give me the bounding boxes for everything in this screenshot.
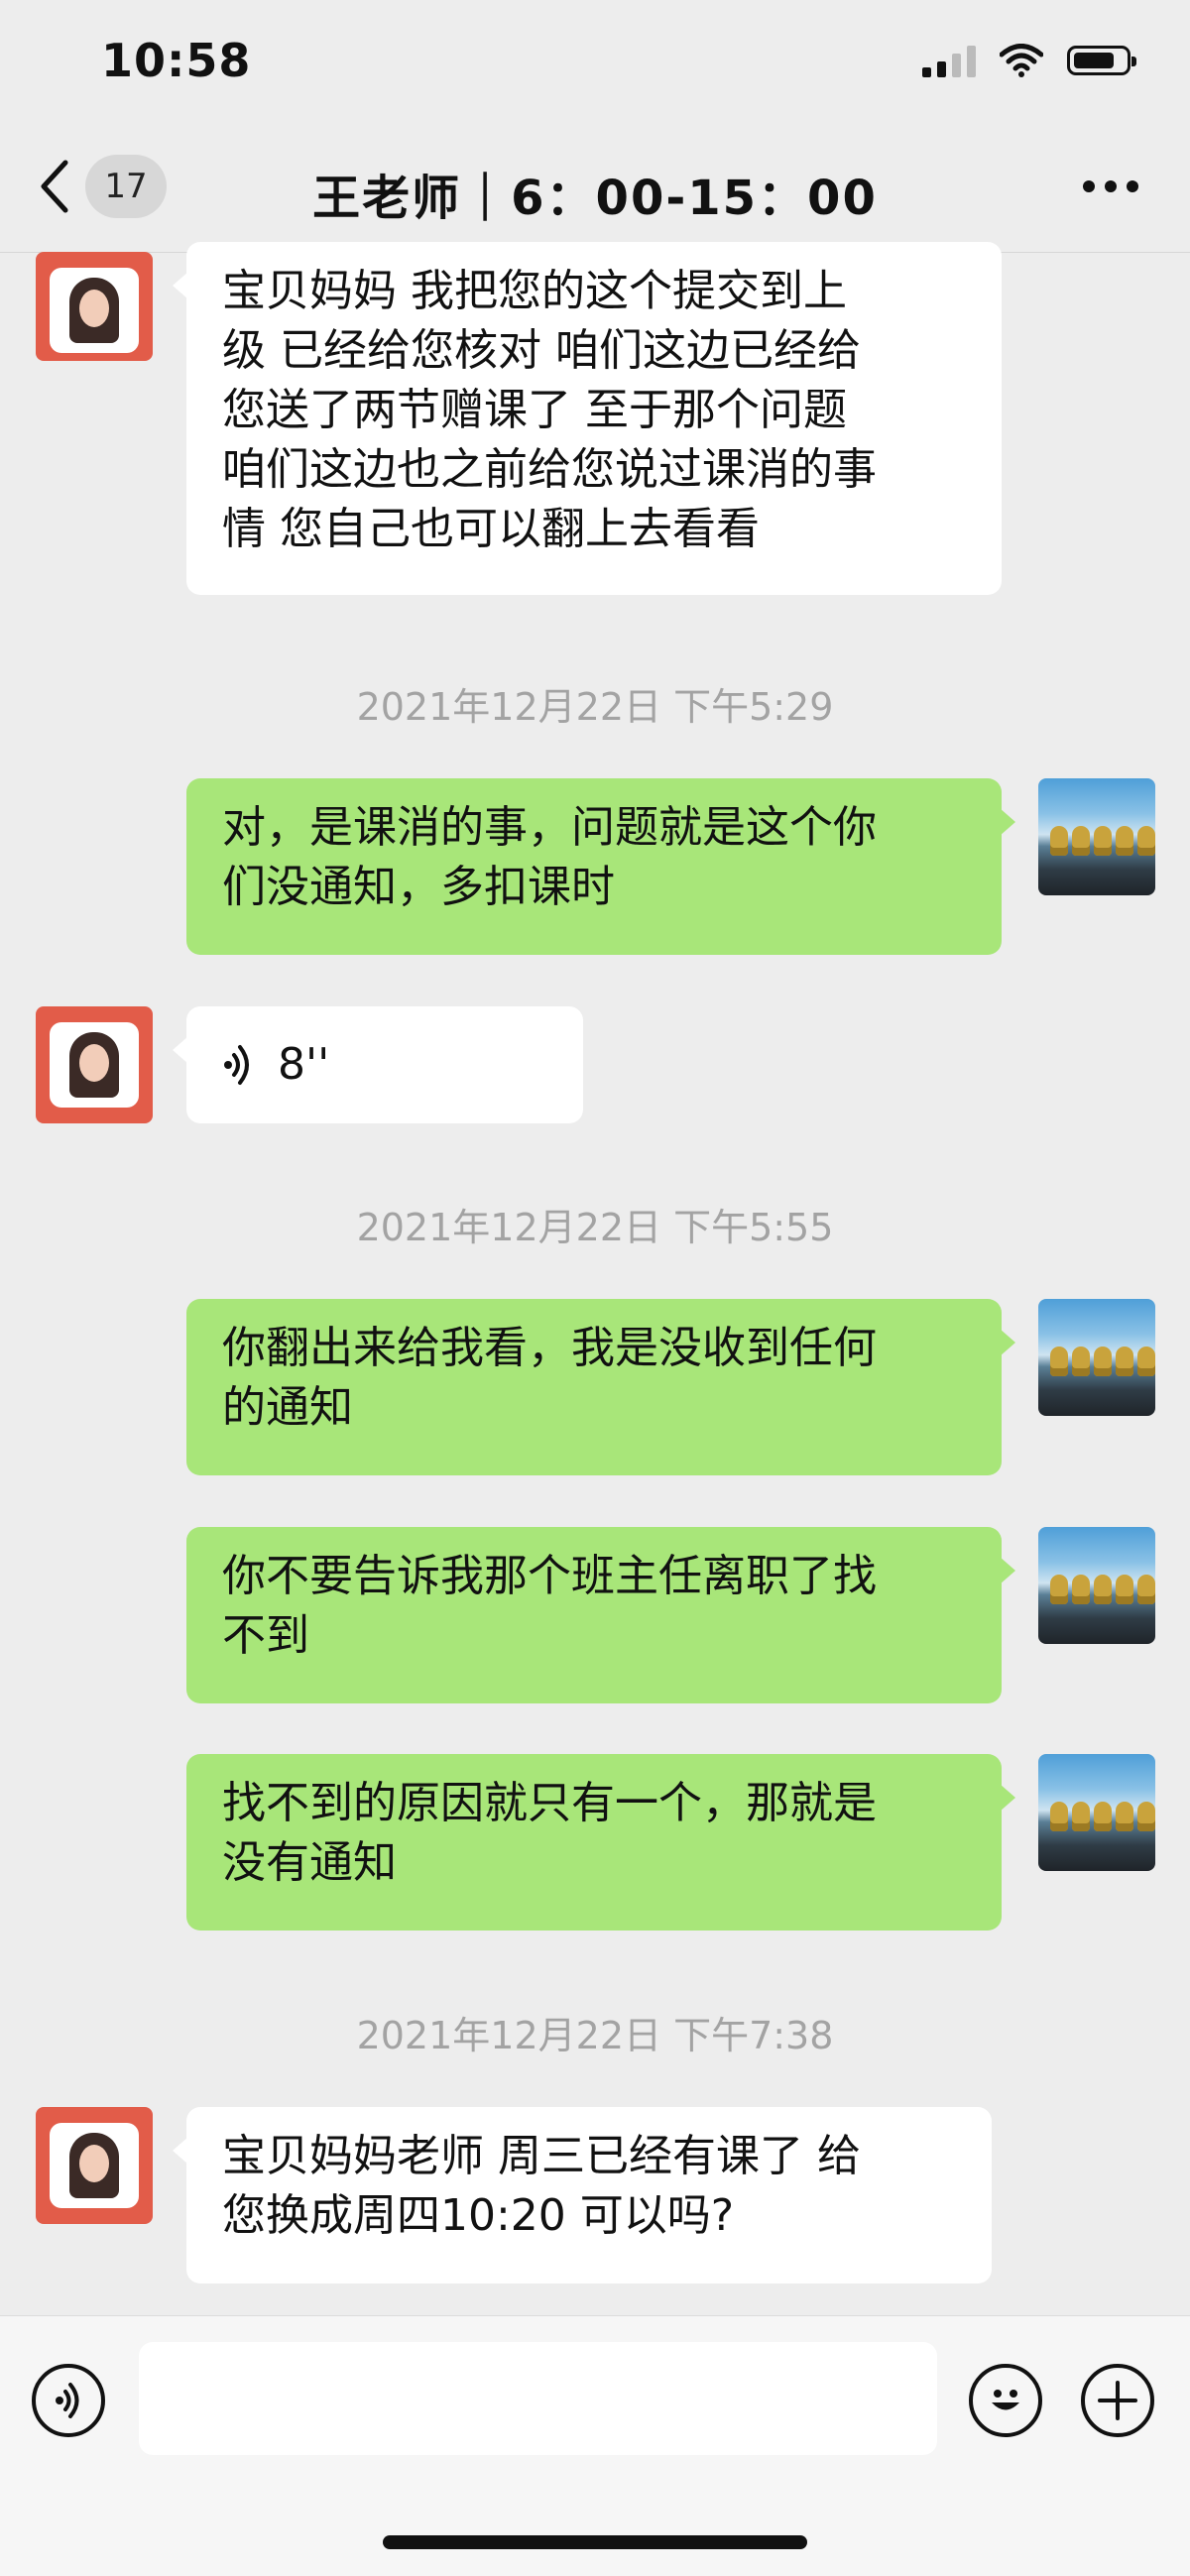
avatar[interactable] <box>36 1006 153 1123</box>
voice-message-bubble[interactable]: 8'' <box>173 1006 583 1123</box>
avatar[interactable] <box>1038 1299 1155 1416</box>
voice-input-button[interactable] <box>32 2364 105 2437</box>
message-row: 你翻出来给我看，我是没收到任何 的通知 <box>0 1299 1190 1477</box>
message-input[interactable] <box>139 2342 937 2455</box>
battery-icon <box>1067 46 1136 75</box>
timestamp: 2021年12月22日 下午7:38 <box>356 2014 834 2057</box>
message-row: 你不要告诉我那个班主任离职了找 不到 <box>0 1527 1190 1705</box>
home-indicator <box>383 2535 807 2549</box>
message-bubble[interactable]: 宝贝妈妈老师 周三已经有课了 给 您换成周四10:20 可以吗? <box>173 2107 992 2283</box>
voice-icon <box>224 1045 249 1085</box>
message-bubble[interactable]: 你翻出来给我看，我是没收到任何 的通知 <box>186 1299 1015 1475</box>
plus-icon <box>1098 2381 1137 2420</box>
more-dots-icon[interactable] <box>1083 180 1138 192</box>
emoji-button[interactable] <box>969 2364 1042 2437</box>
voice-duration: 8'' <box>278 1039 330 1090</box>
chat-title: 王老师｜6：00-15：00 <box>312 171 878 226</box>
avatar[interactable] <box>36 2107 153 2224</box>
chat-header: 17 王老师｜6：00-15：00 <box>0 129 1190 253</box>
plus-button[interactable] <box>1081 2364 1154 2437</box>
message-row: 对，是课消的事，问题就是这个你 们没通知，多扣课时 <box>0 778 1190 957</box>
timestamp: 2021年12月22日 下午5:55 <box>356 1206 834 1249</box>
message-row: 宝贝妈妈 我把您的这个提交到上 级 已经给您核对 咱们这边已经给 您送了两节赠课… <box>0 242 1190 605</box>
wifi-icon <box>1000 44 1043 77</box>
message-bubble[interactable]: 对，是课消的事，问题就是这个你 们没通知，多扣课时 <box>186 778 1015 955</box>
timestamp: 2021年12月22日 下午5:29 <box>356 685 834 729</box>
signal-icon <box>922 44 976 77</box>
message-row: 找不到的原因就只有一个，那就是 没有通知 <box>0 1754 1190 1932</box>
avatar[interactable] <box>1038 1754 1155 1871</box>
message-row: 宝贝妈妈老师 周三已经有课了 给 您换成周四10:20 可以吗? <box>0 2107 1190 2285</box>
avatar[interactable] <box>36 252 153 361</box>
status-time: 10:58 <box>101 34 252 87</box>
message-bubble[interactable]: 你不要告诉我那个班主任离职了找 不到 <box>186 1527 1015 1703</box>
message-bubble[interactable]: 宝贝妈妈 我把您的这个提交到上 级 已经给您核对 咱们这边已经给 您送了两节赠课… <box>173 242 1002 595</box>
message-bubble[interactable]: 找不到的原因就只有一个，那就是 没有通知 <box>186 1754 1015 1931</box>
avatar[interactable] <box>1038 778 1155 895</box>
status-icons <box>922 44 1136 77</box>
voice-icon <box>56 2383 79 2418</box>
avatar[interactable] <box>1038 1527 1155 1644</box>
status-bar: 10:58 <box>0 0 1190 129</box>
emoji-icon <box>992 2390 1019 2410</box>
message-row: 8'' <box>0 1006 1190 1125</box>
